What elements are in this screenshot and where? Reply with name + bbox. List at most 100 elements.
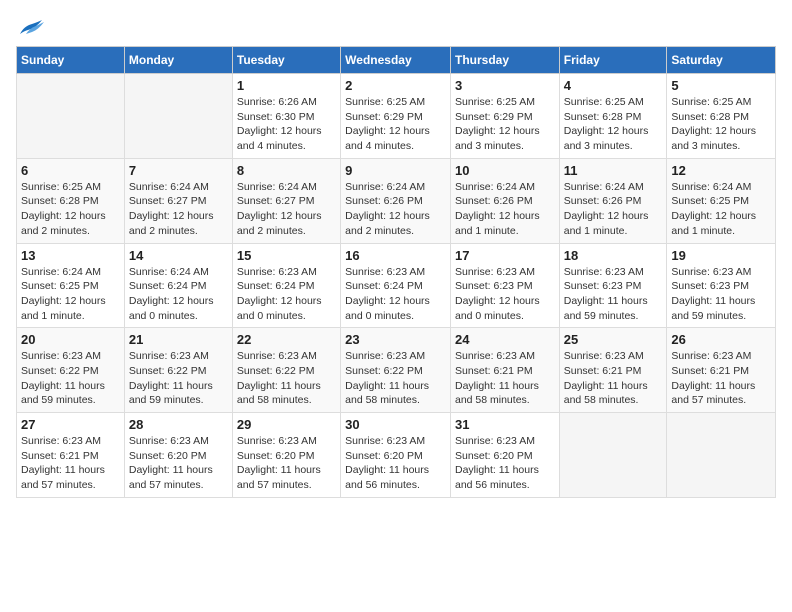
calendar-cell: 4Sunrise: 6:25 AM Sunset: 6:28 PM Daylig… [559, 74, 667, 159]
day-detail: Sunrise: 6:24 AM Sunset: 6:26 PM Dayligh… [564, 180, 663, 239]
calendar-cell: 25 Sunrise: 6:23 AM Sunset: 6:21 PM Dayli… [559, 328, 667, 413]
calendar-cell: 21Sunrise: 6:23 AM Sunset: 6:22 PM Dayli… [124, 328, 232, 413]
calendar-cell: 6Sunrise: 6:25 AM Sunset: 6:28 PM Daylig… [17, 158, 125, 243]
day-number: 30 [345, 417, 446, 432]
calendar-cell: 30 Sunrise: 6:23 AM Sunset: 6:20 PM Dayli… [341, 413, 451, 498]
day-number: 18 [564, 248, 663, 263]
day-detail: Sunrise: 6:24 AM Sunset: 6:24 PM Dayligh… [129, 265, 228, 324]
day-number: 16 [345, 248, 446, 263]
calendar-cell [559, 413, 667, 498]
calendar-cell: 26 Sunrise: 6:23 AM Sunset: 6:21 PM Dayli… [667, 328, 776, 413]
day-detail: Sunrise: 6:24 AM Sunset: 6:26 PM Dayligh… [345, 180, 446, 239]
header-day-thursday: Thursday [450, 47, 559, 74]
logo [16, 16, 48, 38]
day-number: 28 [129, 417, 228, 432]
calendar-body: 1 Sunrise: 6:26 AM Sunset: 6:30 PM Daylig… [17, 74, 776, 498]
day-number: 10 [455, 163, 555, 178]
calendar-cell: 10 Sunrise: 6:24 AM Sunset: 6:26 PM Dayli… [450, 158, 559, 243]
calendar-cell: 24Sunrise: 6:23 AM Sunset: 6:21 PM Dayli… [450, 328, 559, 413]
day-number: 1 [237, 78, 336, 93]
day-number: 21 [129, 332, 228, 347]
day-detail: Sunrise: 6:23 AM Sunset: 6:23 PM Dayligh… [455, 265, 555, 324]
calendar-cell: 11 Sunrise: 6:24 AM Sunset: 6:26 PM Dayli… [559, 158, 667, 243]
day-detail: Sunrise: 6:24 AM Sunset: 6:27 PM Dayligh… [237, 180, 336, 239]
calendar-cell: 12 Sunrise: 6:24 AM Sunset: 6:25 PM Dayli… [667, 158, 776, 243]
header-day-friday: Friday [559, 47, 667, 74]
day-number: 25 [564, 332, 663, 347]
day-number: 6 [21, 163, 120, 178]
day-number: 13 [21, 248, 120, 263]
calendar-cell: 19 Sunrise: 6:23 AM Sunset: 6:23 PM Dayli… [667, 243, 776, 328]
day-number: 11 [564, 163, 663, 178]
day-number: 5 [671, 78, 771, 93]
calendar-cell: 31Sunrise: 6:23 AM Sunset: 6:20 PM Dayli… [450, 413, 559, 498]
week-row-1: 1 Sunrise: 6:26 AM Sunset: 6:30 PM Daylig… [17, 74, 776, 159]
day-detail: Sunrise: 6:24 AM Sunset: 6:25 PM Dayligh… [21, 265, 120, 324]
calendar-cell: 2 Sunrise: 6:25 AM Sunset: 6:29 PM Daylig… [341, 74, 451, 159]
day-detail: Sunrise: 6:23 AM Sunset: 6:20 PM Dayligh… [129, 434, 228, 493]
day-detail: Sunrise: 6:23 AM Sunset: 6:20 PM Dayligh… [345, 434, 446, 493]
calendar-cell: 8 Sunrise: 6:24 AM Sunset: 6:27 PM Daylig… [232, 158, 340, 243]
day-number: 2 [345, 78, 446, 93]
calendar-cell: 3 Sunrise: 6:25 AM Sunset: 6:29 PM Daylig… [450, 74, 559, 159]
day-number: 23 [345, 332, 446, 347]
calendar-cell [17, 74, 125, 159]
day-number: 29 [237, 417, 336, 432]
day-number: 4 [564, 78, 663, 93]
day-detail: Sunrise: 6:26 AM Sunset: 6:30 PM Dayligh… [237, 95, 336, 154]
day-detail: Sunrise: 6:25 AM Sunset: 6:29 PM Dayligh… [455, 95, 555, 154]
day-number: 19 [671, 248, 771, 263]
day-detail: Sunrise: 6:23 AM Sunset: 6:21 PM Dayligh… [21, 434, 120, 493]
week-row-2: 6Sunrise: 6:25 AM Sunset: 6:28 PM Daylig… [17, 158, 776, 243]
day-detail: Sunrise: 6:25 AM Sunset: 6:28 PM Dayligh… [671, 95, 771, 154]
day-number: 12 [671, 163, 771, 178]
calendar-cell: 9 Sunrise: 6:24 AM Sunset: 6:26 PM Daylig… [341, 158, 451, 243]
day-number: 17 [455, 248, 555, 263]
day-detail: Sunrise: 6:23 AM Sunset: 6:23 PM Dayligh… [671, 265, 771, 324]
day-number: 26 [671, 332, 771, 347]
calendar-cell: 28 Sunrise: 6:23 AM Sunset: 6:20 PM Dayli… [124, 413, 232, 498]
day-number: 22 [237, 332, 336, 347]
day-detail: Sunrise: 6:24 AM Sunset: 6:25 PM Dayligh… [671, 180, 771, 239]
calendar-cell: 27 Sunrise: 6:23 AM Sunset: 6:21 PM Dayli… [17, 413, 125, 498]
week-row-4: 20Sunrise: 6:23 AM Sunset: 6:22 PM Dayli… [17, 328, 776, 413]
calendar-cell: 14 Sunrise: 6:24 AM Sunset: 6:24 PM Dayli… [124, 243, 232, 328]
day-detail: Sunrise: 6:23 AM Sunset: 6:24 PM Dayligh… [345, 265, 446, 324]
day-number: 27 [21, 417, 120, 432]
calendar-table: SundayMondayTuesdayWednesdayThursdayFrid… [16, 46, 776, 498]
calendar-cell: 16 Sunrise: 6:23 AM Sunset: 6:24 PM Dayli… [341, 243, 451, 328]
header-day-tuesday: Tuesday [232, 47, 340, 74]
header-day-saturday: Saturday [667, 47, 776, 74]
calendar-cell: 5 Sunrise: 6:25 AM Sunset: 6:28 PM Daylig… [667, 74, 776, 159]
day-number: 8 [237, 163, 336, 178]
header-day-sunday: Sunday [17, 47, 125, 74]
calendar-cell: 17 Sunrise: 6:23 AM Sunset: 6:23 PM Dayli… [450, 243, 559, 328]
day-detail: Sunrise: 6:23 AM Sunset: 6:21 PM Dayligh… [671, 349, 771, 408]
day-detail: Sunrise: 6:23 AM Sunset: 6:20 PM Dayligh… [455, 434, 555, 493]
calendar-cell: 13 Sunrise: 6:24 AM Sunset: 6:25 PM Dayli… [17, 243, 125, 328]
day-detail: Sunrise: 6:23 AM Sunset: 6:21 PM Dayligh… [455, 349, 555, 408]
week-row-3: 13 Sunrise: 6:24 AM Sunset: 6:25 PM Dayli… [17, 243, 776, 328]
day-detail: Sunrise: 6:23 AM Sunset: 6:21 PM Dayligh… [564, 349, 663, 408]
day-number: 3 [455, 78, 555, 93]
logo-icon [16, 16, 44, 38]
day-detail: Sunrise: 6:23 AM Sunset: 6:24 PM Dayligh… [237, 265, 336, 324]
day-detail: Sunrise: 6:23 AM Sunset: 6:23 PM Dayligh… [564, 265, 663, 324]
day-detail: Sunrise: 6:24 AM Sunset: 6:27 PM Dayligh… [129, 180, 228, 239]
calendar-cell: 29Sunrise: 6:23 AM Sunset: 6:20 PM Dayli… [232, 413, 340, 498]
day-detail: Sunrise: 6:23 AM Sunset: 6:22 PM Dayligh… [237, 349, 336, 408]
calendar-cell: 7Sunrise: 6:24 AM Sunset: 6:27 PM Daylig… [124, 158, 232, 243]
week-row-5: 27 Sunrise: 6:23 AM Sunset: 6:21 PM Dayli… [17, 413, 776, 498]
calendar-cell [124, 74, 232, 159]
calendar-header: SundayMondayTuesdayWednesdayThursdayFrid… [17, 47, 776, 74]
day-number: 9 [345, 163, 446, 178]
page-header [16, 16, 776, 38]
calendar-cell: 22 Sunrise: 6:23 AM Sunset: 6:22 PM Dayli… [232, 328, 340, 413]
day-detail: Sunrise: 6:24 AM Sunset: 6:26 PM Dayligh… [455, 180, 555, 239]
header-row: SundayMondayTuesdayWednesdayThursdayFrid… [17, 47, 776, 74]
day-number: 14 [129, 248, 228, 263]
day-detail: Sunrise: 6:23 AM Sunset: 6:22 PM Dayligh… [345, 349, 446, 408]
header-day-wednesday: Wednesday [341, 47, 451, 74]
calendar-cell: 20Sunrise: 6:23 AM Sunset: 6:22 PM Dayli… [17, 328, 125, 413]
day-detail: Sunrise: 6:25 AM Sunset: 6:29 PM Dayligh… [345, 95, 446, 154]
